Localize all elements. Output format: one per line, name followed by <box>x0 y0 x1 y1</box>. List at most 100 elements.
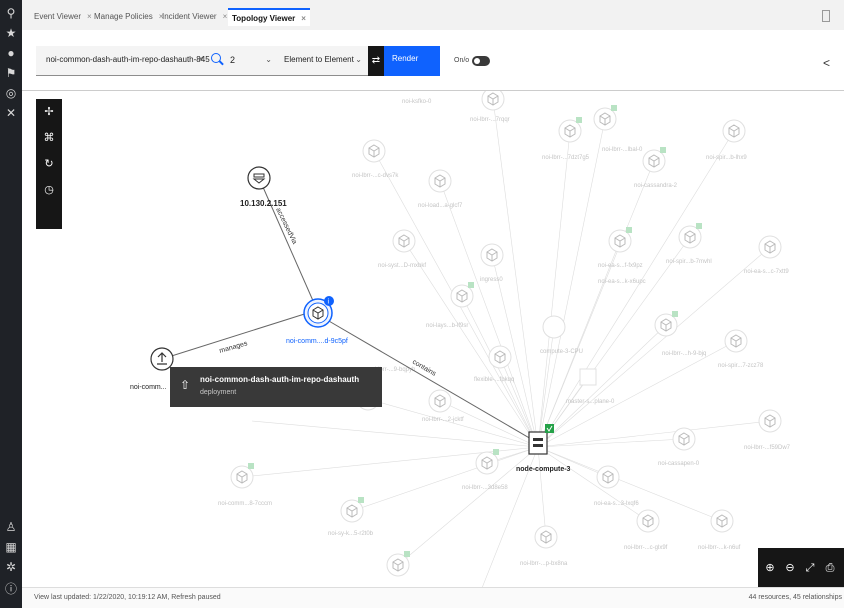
faded-node-label: compute-3-CPU <box>540 349 583 355</box>
tab-topology-viewer[interactable]: Topology Viewer × <box>228 8 310 26</box>
topology-canvas[interactable]: noi-ksfko-0 noi-lbrr-...7rqqr noi-lbrr-.… <box>22 91 844 588</box>
faded-node-label: noi-lbrr-...f59Dw7 <box>744 445 791 451</box>
clear-icon[interactable]: × <box>198 54 204 65</box>
faded-node-label: noi-ea-s...k-x6upc <box>598 279 646 285</box>
history-icon[interactable]: ◷ <box>36 177 62 203</box>
tab-label: Event Viewer <box>34 12 81 21</box>
search-icon[interactable]: ⚲ <box>4 6 18 20</box>
tooltip-title: noi-common-dash-auth-im-repo-dashauth <box>200 375 360 384</box>
zoom-controls: ⊕ ⊖ ⤢ ⎙ <box>758 548 844 588</box>
resource-count-text: 44 resources, 45 relationships <box>748 594 842 601</box>
tab-label: Manage Policies <box>94 12 153 21</box>
search-value: noi-common-dash-auth-im-repo-dashauth-84… <box>46 55 210 64</box>
hops-value: 2 <box>230 55 236 65</box>
close-icon[interactable]: × <box>223 12 228 21</box>
person-icon[interactable]: ♙ <box>4 520 18 534</box>
faded-node-label: noi-ksfko-0 <box>402 99 432 105</box>
faded-node-label: noi-sy-k...5-r2t0b <box>328 531 374 537</box>
flag-icon[interactable]: ⚑ <box>4 66 18 80</box>
faded-node-label: noi-lbrr-...c-dvs7k <box>352 173 399 179</box>
faded-node-label: noi-comm...8-7cccm <box>218 501 272 507</box>
faded-node-label: noi-lbrr-...7dzt7g5 <box>542 155 590 161</box>
tab-incident-viewer[interactable]: Incident Viewer × <box>162 12 227 26</box>
hop-type-select[interactable]: Element to Element ⌄ <box>278 46 368 76</box>
faded-node-label: ingress0 <box>480 277 503 283</box>
resource-search-input[interactable]: noi-common-dash-auth-im-repo-dashauth-84… <box>36 46 226 76</box>
faded-node-label: noi-load...a-glcf7 <box>418 203 463 209</box>
render-label: Render <box>392 54 419 63</box>
search-icon[interactable] <box>211 53 221 63</box>
faded-node-label: noi-ea-s...3-lxqf6 <box>594 501 639 507</box>
faded-node-label: noi-lbrr-...7rqqr <box>470 117 510 123</box>
faded-nodes <box>230 91 782 577</box>
wrench-icon[interactable]: ✕ <box>4 106 18 120</box>
faded-node-label: noi-lbrr-...c-glx9f <box>624 545 668 551</box>
topology-toolbar: noi-common-dash-auth-im-repo-dashauth-84… <box>22 30 844 91</box>
tab-bar: Event Viewer × Manage Policies × Incident … <box>22 0 844 31</box>
faded-node-label: noi-lbrr-...lbal-0 <box>602 147 643 153</box>
tooltip-subtitle: deployment <box>200 389 237 396</box>
node-tooltip: ⇧ noi-common-dash-auth-im-repo-dashauth … <box>170 367 382 407</box>
help-icon[interactable]: ⓘ <box>4 582 18 596</box>
compute-node-label: node-compute-3 <box>516 466 571 473</box>
ip-node[interactable] <box>247 166 271 190</box>
faded-node-label: noi-cassapen-0 <box>658 461 700 467</box>
status-bar: View last updated: 1/22/2020, 10:19:12 A… <box>22 587 844 608</box>
faded-node-label: noi-ea-s...c-7xtt9 <box>744 269 789 275</box>
share-icon[interactable]: < <box>823 56 830 70</box>
faded-node-label: noi-lbrr-...k-n6uf <box>698 545 741 551</box>
view-controls: ✢ ⌘ ↻ ◷ <box>36 99 62 229</box>
faded-labels: noi-ksfko-0 noi-lbrr-...7rqqr noi-lbrr-.… <box>218 99 791 567</box>
faded-node-label: noi-cassandra-2 <box>634 183 678 189</box>
render-button[interactable]: Render <box>384 46 440 76</box>
close-icon[interactable]: × <box>87 12 92 21</box>
zoom-in-icon[interactable]: ⊕ <box>762 560 778 576</box>
hops-select[interactable]: 2 ⌄ <box>224 46 278 76</box>
faded-node-label: noi-lbrr-...2-jcktf <box>422 417 464 423</box>
faded-node-label: master-s...plane-0 <box>566 399 615 405</box>
refresh-icon[interactable]: ↻ <box>36 151 62 177</box>
user-icon[interactable]: ● <box>4 46 18 60</box>
faded-node-label: noi-lays...b-lf9sr <box>426 323 468 329</box>
topology-graph: noi-ksfko-0 noi-lbrr-...7rqqr noi-lbrr-.… <box>130 91 791 588</box>
faded-node-label: noi-syst...D-mxbkf <box>378 263 426 269</box>
grid-icon[interactable]: ▦ <box>4 540 18 554</box>
overflow-menu-icon[interactable] <box>822 10 830 22</box>
tab-label: Topology Viewer <box>232 14 296 23</box>
toggle-label: On/o <box>454 57 470 64</box>
last-updated-text: View last updated: 1/22/2020, 10:19:12 A… <box>34 594 221 601</box>
star-icon[interactable]: ★ <box>4 26 18 40</box>
deployment-node-label: noi-comm... <box>130 384 167 391</box>
faded-node-label: noi-lbrr-...3d8e58 <box>462 485 508 491</box>
faded-node-label: flexible-...fpkqq <box>474 377 514 383</box>
filter-button[interactable]: ⇄ <box>368 46 384 76</box>
selected-node[interactable]: i <box>303 296 334 328</box>
chevron-down-icon: ⌄ <box>355 55 362 64</box>
delta-toggle[interactable] <box>472 56 490 66</box>
tab-event-viewer[interactable]: Event Viewer × <box>34 12 92 26</box>
deployment-icon: ⇧ <box>179 378 191 392</box>
faded-node-label: noi-spir...b-lhx9 <box>706 155 747 161</box>
ip-node-label: 10.130.2.151 <box>240 199 287 208</box>
settings-icon[interactable]: ✲ <box>4 560 18 574</box>
zoom-out-icon[interactable]: ⊖ <box>782 560 798 576</box>
layout-icon[interactable]: ⌘ <box>36 125 62 151</box>
status-ok-icon <box>545 424 554 433</box>
left-nav-rail: ⚲ ★ ● ⚑ ◎ ✕ ♙ ▦ ✲ ⓘ <box>0 0 22 608</box>
export-icon[interactable]: ⎙ <box>822 560 838 576</box>
filter-icon: ⇄ <box>371 55 381 66</box>
globe-icon[interactable]: ◎ <box>4 86 18 100</box>
selected-node-label: noi-comm....d-9c5pf <box>286 338 348 345</box>
faded-node-label: noi-spir...b-7mvhl <box>666 259 712 265</box>
tab-label: Incident Viewer <box>162 12 217 21</box>
faded-node-label: noi-lbrr-...p-bx8na <box>520 561 568 567</box>
faded-node-label: noi-lbrr-...h-9-bjq <box>662 351 706 357</box>
fit-icon[interactable]: ✢ <box>36 99 62 125</box>
hop-type-value: Element to Element <box>284 55 354 64</box>
tab-manage-policies[interactable]: Manage Policies × <box>94 12 163 26</box>
fit-to-screen-icon[interactable]: ⤢ <box>802 560 818 576</box>
faded-node-label: noi-spir...7-zcz78 <box>718 363 764 369</box>
faded-node-label: noi-ea-s...f-fx9pz <box>598 263 643 269</box>
close-icon[interactable]: × <box>301 14 306 23</box>
edge-label-manages: manages <box>219 340 249 355</box>
